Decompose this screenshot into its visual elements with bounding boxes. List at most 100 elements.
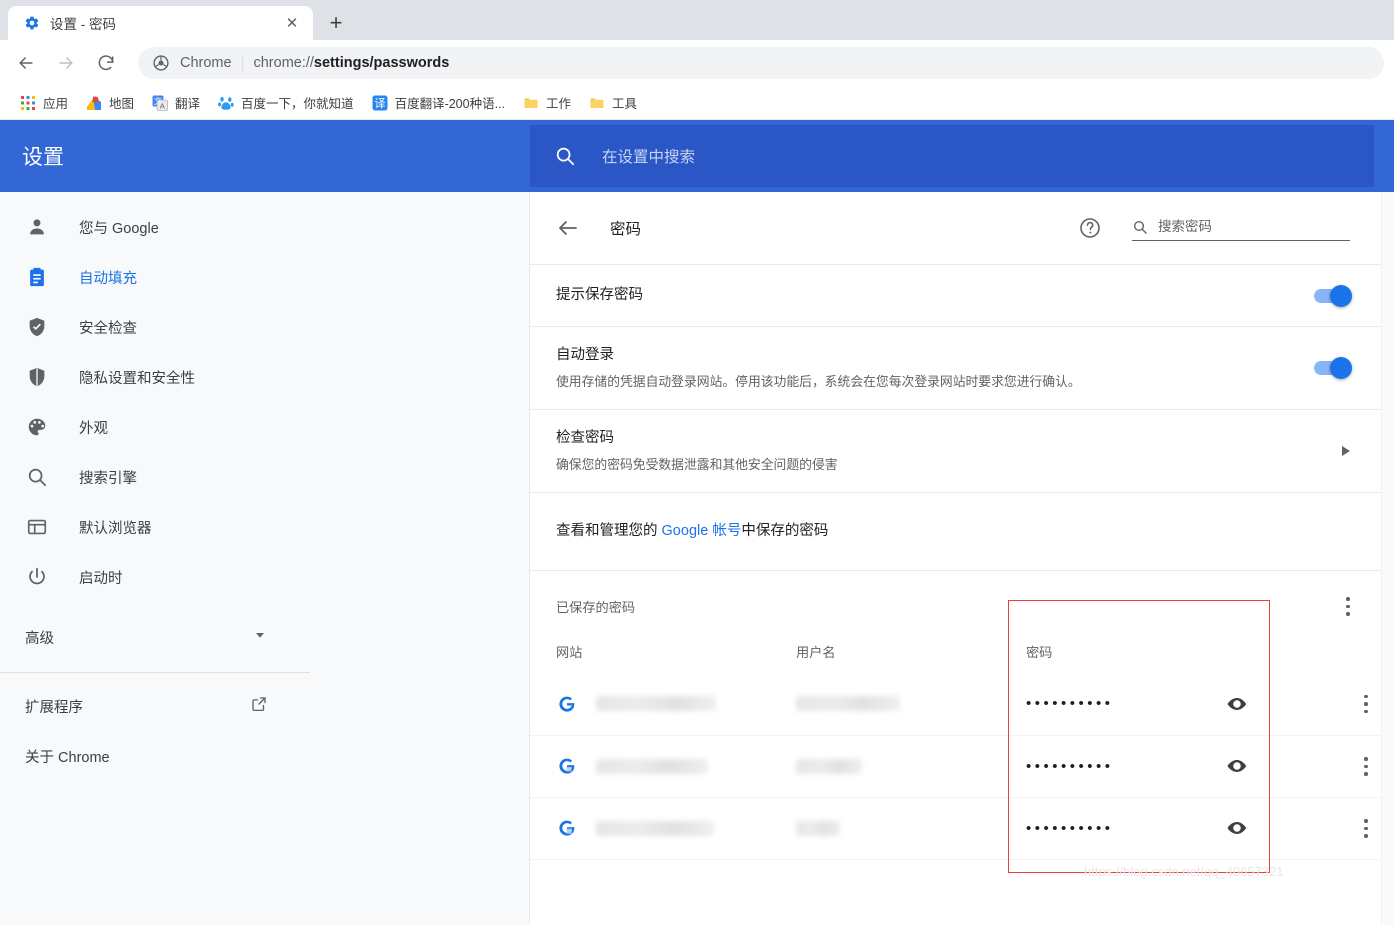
new-tab-button[interactable]: + [319,6,353,40]
eye-icon[interactable] [1226,817,1248,839]
table-row[interactable]: •••••••••• [530,673,1386,735]
omnibox-separator: | [240,54,245,72]
row-menu-button[interactable] [1346,757,1386,776]
site-value-redacted [596,758,708,774]
password-mask: •••••••••• [1026,819,1114,837]
site-cell [556,693,796,715]
shield-check-icon [25,315,49,339]
sidebar-item-privacy-security[interactable]: 隐私设置和安全性 [0,352,530,402]
site-cell [556,817,796,839]
sidebar-item-extensions[interactable]: 扩展程序 [0,681,310,731]
search-icon [1132,219,1148,235]
sidebar-divider [0,672,310,673]
bookmark-label: 地图 [109,97,135,111]
bookmark-folder-work[interactable]: 工作 [515,90,579,116]
address-bar[interactable]: Chrome | chrome://settings/passwords [138,47,1384,79]
password-search-placeholder: 搜索密码 [1158,219,1212,234]
password-search-input[interactable]: 搜索密码 [1132,215,1350,241]
settings-search-placeholder: 在设置中搜索 [602,149,696,166]
site-value-redacted [596,820,714,836]
row-menu-button[interactable] [1346,694,1386,714]
chevron-right-icon[interactable] [1342,445,1350,456]
browser-tab-settings[interactable]: 设置 - 密码 ✕ [8,6,313,40]
close-icon[interactable]: ✕ [281,12,303,34]
search-icon [554,145,576,167]
sidebar-item-label: 扩展程序 [25,699,83,716]
toggle-auto-signin[interactable] [1314,356,1352,379]
google-maps-icon [86,95,102,111]
password-cell: •••••••••• [1026,755,1346,777]
toggle-knob [1330,356,1352,379]
sidebar-item-search-engine[interactable]: 搜索引擎 [0,452,530,502]
sidebar-item-safety-check[interactable]: 安全检查 [0,302,530,352]
kebab-menu-icon[interactable] [1346,597,1350,616]
bookmark-label: 翻译 [175,97,201,111]
sidebar-item-label: 关于 Chrome [25,749,110,766]
baidu-translate-icon: 译 [372,95,388,111]
search-icon [25,465,49,489]
username-value-redacted [796,696,900,712]
folder-icon [589,95,605,111]
table-row[interactable]: •••••••••• [530,796,1386,859]
site-value-redacted [596,696,716,712]
browser-window-icon [25,515,49,539]
manage-prefix: 查看和管理您的 [556,522,662,539]
sidebar-item-appearance[interactable]: 外观 [0,402,530,452]
forward-button[interactable] [50,47,82,79]
bookmark-folder-tools[interactable]: 工具 [581,90,645,116]
watermark-text: https://blog.csdn.net/qq_40657321 [1084,863,1284,879]
scrollbar-track[interactable] [1381,192,1394,925]
site-globe-icon [556,817,578,839]
bookmark-label: 百度翻译-200种语... [394,97,505,111]
saved-passwords-label: 已保存的密码 [556,599,636,615]
settings-top-bar: 设置 在设置中搜索 [0,120,1394,192]
row-menu-button[interactable] [1346,819,1386,838]
sidebar-item-default-browser[interactable]: 默认浏览器 [0,502,530,552]
sidebar-item-about-chrome[interactable]: 关于 Chrome [0,731,310,781]
setting-row-auto-signin[interactable]: 自动登录 使用存储的凭据自动登录网站。停用该功能后，系统会在您每次登录网站时要求… [530,326,1386,409]
settings-search-box[interactable]: 在设置中搜索 [530,125,1374,187]
row-title: 自动登录 [556,347,614,363]
column-header-username: 用户名 [796,644,836,660]
arrow-back-icon[interactable] [556,216,580,240]
setting-row-offer-to-save[interactable]: 提示保存密码 [530,264,1386,326]
bookmark-maps[interactable]: 地图 [78,90,142,116]
gear-icon [24,15,40,31]
back-button[interactable] [10,47,42,79]
bookmark-translate[interactable]: 文 A 翻译 [144,90,208,116]
kebab-menu-icon[interactable] [1364,757,1368,776]
google-account-link[interactable]: Google 帐号 [662,523,742,539]
password-cell: •••••••••• [1026,817,1346,839]
toggle-offer-to-save[interactable] [1314,284,1352,307]
bookmark-baidu-translate[interactable]: 译 百度翻译-200种语... [364,90,513,116]
bookmark-apps[interactable]: 应用 [12,90,76,116]
settings-page: 设置 在设置中搜索 您与 Google 自动填充 安全检查 隐私设置和安全性 外… [0,120,1394,925]
username-value-redacted [796,758,862,774]
sidebar-item-label: 搜索引擎 [79,470,137,487]
help-circle-icon[interactable] [1078,216,1102,240]
sidebar-item-you-and-google[interactable]: 您与 Google [0,202,530,252]
sidebar-item-label: 默认浏览器 [79,520,152,537]
site-cell [556,755,796,777]
password-mask: •••••••••• [1026,695,1114,713]
url-prefix: chrome:// [253,55,314,71]
page-title: 密码 [610,221,642,238]
site-globe-icon [556,693,578,715]
sidebar-item-on-startup[interactable]: 启动时 [0,552,530,602]
sidebar-item-advanced[interactable]: 高级 [0,612,310,662]
sidebar-item-autofill[interactable]: 自动填充 [0,252,530,302]
passwords-table-header: 网站 用户名 密码 [530,630,1386,673]
bookmark-baidu[interactable]: 百度一下，你就知道 [210,90,362,116]
kebab-menu-icon[interactable] [1364,819,1368,838]
svg-text:译: 译 [374,97,385,110]
bookmark-label: 应用 [43,97,69,111]
reload-button[interactable] [90,47,122,79]
sidebar-item-label: 安全检查 [79,320,137,337]
table-row[interactable]: •••••••••• [530,734,1386,797]
setting-row-check-passwords[interactable]: 检查密码 确保您的密码免受数据泄露和其他安全问题的侵害 [530,408,1386,492]
kebab-menu-icon[interactable] [1364,694,1368,714]
row-subtitle: 确保您的密码免受数据泄露和其他安全问题的侵害 [556,456,838,472]
eye-icon[interactable] [1226,693,1248,715]
username-cell [796,696,1026,712]
eye-icon[interactable] [1226,755,1248,777]
